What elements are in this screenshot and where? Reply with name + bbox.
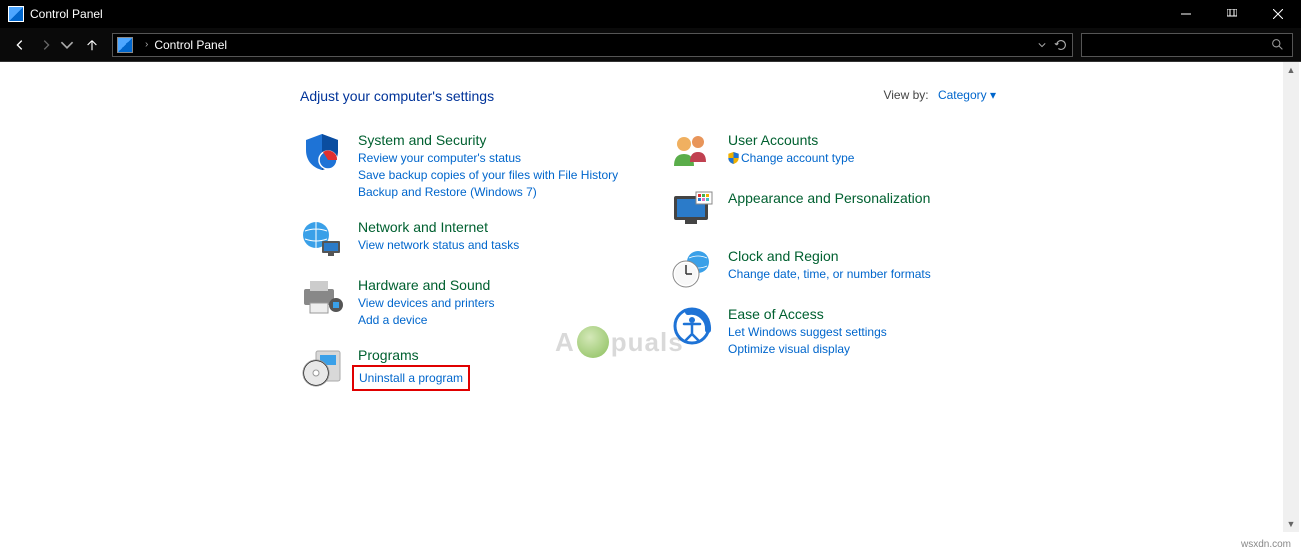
category-ease-of-access: Ease of Access Let Windows suggest setti…: [670, 306, 990, 358]
up-button[interactable]: [80, 33, 104, 57]
globe-network-icon: [300, 219, 344, 259]
category-title[interactable]: Hardware and Sound: [358, 277, 630, 293]
search-icon: [1271, 38, 1284, 51]
vertical-scrollbar[interactable]: ▲ ▼: [1283, 62, 1299, 532]
ease-of-access-icon: [670, 306, 714, 346]
category-column-left: System and Security Review your computer…: [300, 132, 630, 409]
view-by-dropdown[interactable]: Category ▾: [938, 88, 996, 102]
category-system-security: System and Security Review your computer…: [300, 132, 630, 201]
category-link[interactable]: Add a device: [358, 312, 630, 329]
uninstall-program-link[interactable]: Uninstall a program: [359, 371, 463, 385]
category-clock-region: Clock and Region Change date, time, or n…: [670, 248, 990, 288]
category-title[interactable]: Network and Internet: [358, 219, 630, 235]
content-area: Adjust your computer's settings View by:…: [0, 62, 1301, 532]
minimize-button[interactable]: [1163, 0, 1209, 28]
maximize-button[interactable]: [1209, 0, 1255, 28]
category-network: Network and Internet View network status…: [300, 219, 630, 259]
address-bar[interactable]: › Control Panel: [112, 33, 1073, 57]
address-chevron-down-icon[interactable]: [1038, 41, 1046, 49]
history-dropdown[interactable]: [60, 33, 74, 57]
window-title: Control Panel: [30, 7, 1163, 21]
category-link[interactable]: Change account type: [728, 150, 990, 167]
category-link[interactable]: Let Windows suggest settings: [728, 324, 990, 341]
monitor-palette-icon: [670, 190, 714, 230]
category-link[interactable]: Optimize visual display: [728, 341, 990, 358]
search-box[interactable]: [1081, 33, 1293, 57]
category-link[interactable]: View devices and printers: [358, 295, 630, 312]
scroll-up-button[interactable]: ▲: [1283, 62, 1299, 78]
category-link[interactable]: Save backup copies of your files with Fi…: [358, 167, 630, 184]
disc-box-icon: [300, 347, 344, 387]
view-by-label: View by:: [883, 88, 928, 102]
category-appearance: Appearance and Personalization: [670, 190, 990, 230]
category-column-right: User Accounts Change account type Appear…: [670, 132, 990, 409]
category-title[interactable]: Appearance and Personalization: [728, 190, 990, 206]
forward-button[interactable]: [34, 33, 58, 57]
category-title[interactable]: Programs: [358, 347, 630, 363]
highlighted-link: Uninstall a program: [352, 365, 470, 391]
address-text: Control Panel: [154, 38, 227, 52]
printer-icon: [300, 277, 344, 317]
category-link[interactable]: Backup and Restore (Windows 7): [358, 184, 630, 201]
category-link[interactable]: View network status and tasks: [358, 237, 630, 254]
refresh-icon[interactable]: [1054, 38, 1068, 52]
category-user-accounts: User Accounts Change account type: [670, 132, 990, 172]
uac-shield-icon: [728, 152, 739, 164]
clock-globe-icon: [670, 248, 714, 288]
view-by-row: View by: Category ▾: [883, 88, 996, 102]
back-button[interactable]: [8, 33, 32, 57]
category-programs: Programs Uninstall a program: [300, 347, 630, 391]
navbar: › Control Panel: [0, 28, 1301, 62]
address-icon: [117, 37, 133, 53]
category-title[interactable]: Ease of Access: [728, 306, 990, 322]
scroll-down-button[interactable]: ▼: [1283, 516, 1299, 532]
category-link[interactable]: Change date, time, or number formats: [728, 266, 990, 283]
shield-icon: [300, 132, 344, 172]
footer-source: wsxdn.com: [1241, 539, 1291, 550]
category-hardware: Hardware and Sound View devices and prin…: [300, 277, 630, 329]
category-title[interactable]: System and Security: [358, 132, 630, 148]
category-title[interactable]: User Accounts: [728, 132, 990, 148]
titlebar: Control Panel: [0, 0, 1301, 28]
close-button[interactable]: [1255, 0, 1301, 28]
chevron-right-icon: ›: [145, 39, 148, 50]
category-title[interactable]: Clock and Region: [728, 248, 990, 264]
page-heading: Adjust your computer's settings: [300, 88, 1301, 104]
category-link[interactable]: Review your computer's status: [358, 150, 630, 167]
people-icon: [670, 132, 714, 172]
app-icon: [8, 6, 24, 22]
